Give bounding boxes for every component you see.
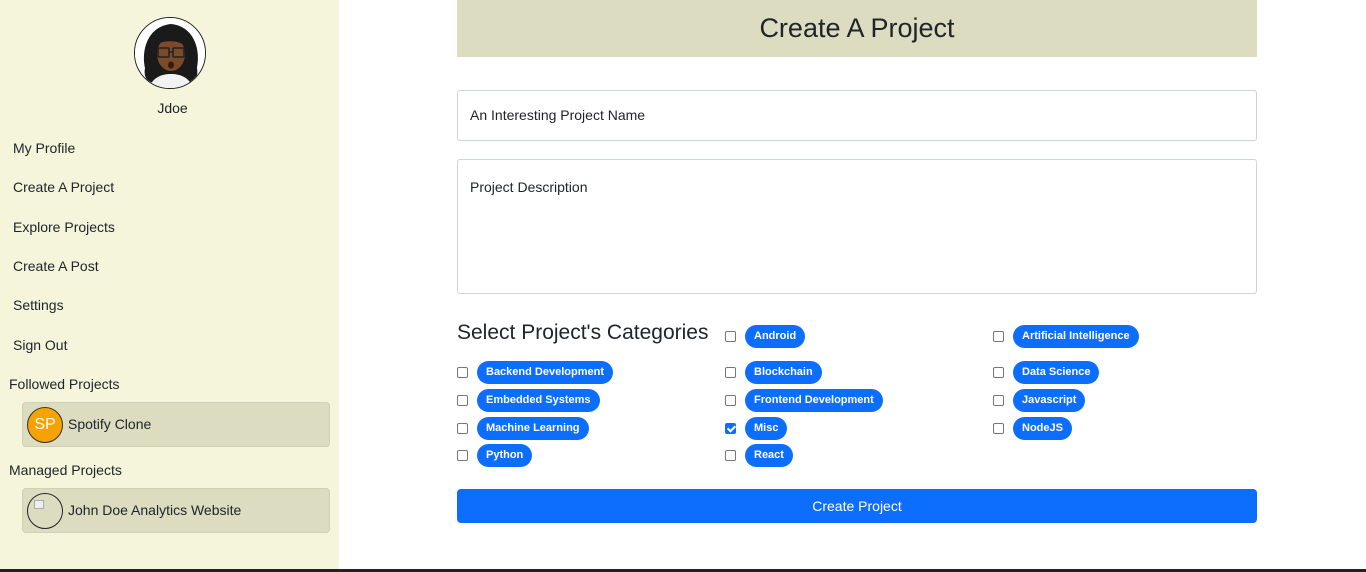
category-badge: Misc [745,416,788,440]
project-description-input[interactable]: Project Description [457,159,1257,294]
nav-create-project[interactable]: Create A Project [13,179,114,195]
page-title: Create A Project [457,0,1257,57]
category-badge: Frontend Development [745,388,883,412]
category-data-science[interactable]: Data Science [993,360,1100,384]
followed-projects-label: Followed Projects [9,376,120,392]
category-checkbox-checked[interactable] [725,422,736,434]
category-badge: Blockchain [745,360,822,384]
category-embedded-systems[interactable]: Embedded Systems [457,388,600,412]
category-checkbox[interactable] [725,366,736,378]
broken-image-icon [27,493,63,529]
category-checkbox[interactable] [725,449,736,461]
nav-explore-projects[interactable]: Explore Projects [13,219,115,235]
category-react[interactable]: React [725,443,793,467]
category-checkbox[interactable] [993,422,1004,434]
category-backend-development[interactable]: Backend Development [457,360,613,384]
nav-sign-out[interactable]: Sign Out [13,337,67,353]
category-checkbox[interactable] [993,330,1004,342]
category-frontend-development[interactable]: Frontend Development [725,388,883,412]
category-android[interactable]: Android [725,324,806,348]
category-checkbox[interactable] [993,394,1004,406]
project-initials-icon: SP [27,407,63,443]
managed-projects-label: Managed Projects [9,462,122,478]
category-machine-learning[interactable]: Machine Learning [457,416,589,440]
category-blockchain[interactable]: Blockchain [725,360,822,384]
category-javascript[interactable]: Javascript [993,388,1086,412]
project-name: John Doe Analytics Website [68,502,242,518]
followed-project-card[interactable]: SP Spotify Clone [22,402,330,447]
category-checkbox[interactable] [725,394,736,406]
avatar[interactable] [134,17,206,89]
nav-my-profile[interactable]: My Profile [13,140,75,156]
category-checkbox[interactable] [457,422,468,434]
category-badge: Backend Development [477,360,613,384]
managed-project-card[interactable]: John Doe Analytics Website [22,488,330,533]
category-badge: Android [745,324,806,348]
category-badge: Artificial Intelligence [1013,324,1139,348]
category-python[interactable]: Python [457,443,533,467]
project-name-input[interactable]: An Interesting Project Name [457,90,1257,141]
category-badge: Javascript [1013,388,1086,412]
create-project-button[interactable]: Create Project [457,489,1257,523]
category-checkbox[interactable] [457,366,468,378]
category-misc[interactable]: Misc [725,416,788,440]
category-badge: NodeJS [1013,416,1072,440]
category-checkbox[interactable] [457,449,468,461]
nav-create-post[interactable]: Create A Post [13,258,99,274]
username: Jdoe [157,100,188,116]
sidebar: Jdoe My Profile Create A Project Explore… [0,0,339,572]
categories-title: Select Project's Categories [457,321,709,344]
category-badge: React [745,443,793,467]
category-badge: Data Science [1013,360,1100,384]
category-badge: Python [477,443,533,467]
category-checkbox[interactable] [725,330,736,342]
category-checkbox[interactable] [993,366,1004,378]
category-artificial-intelligence[interactable]: Artificial Intelligence [993,324,1139,348]
category-checkbox[interactable] [457,394,468,406]
nav-settings[interactable]: Settings [13,297,64,313]
project-name: Spotify Clone [68,416,152,432]
category-badge: Embedded Systems [477,388,600,412]
category-nodejs[interactable]: NodeJS [993,416,1072,440]
user-avatar-icon [135,18,205,88]
category-badge: Machine Learning [477,416,589,440]
